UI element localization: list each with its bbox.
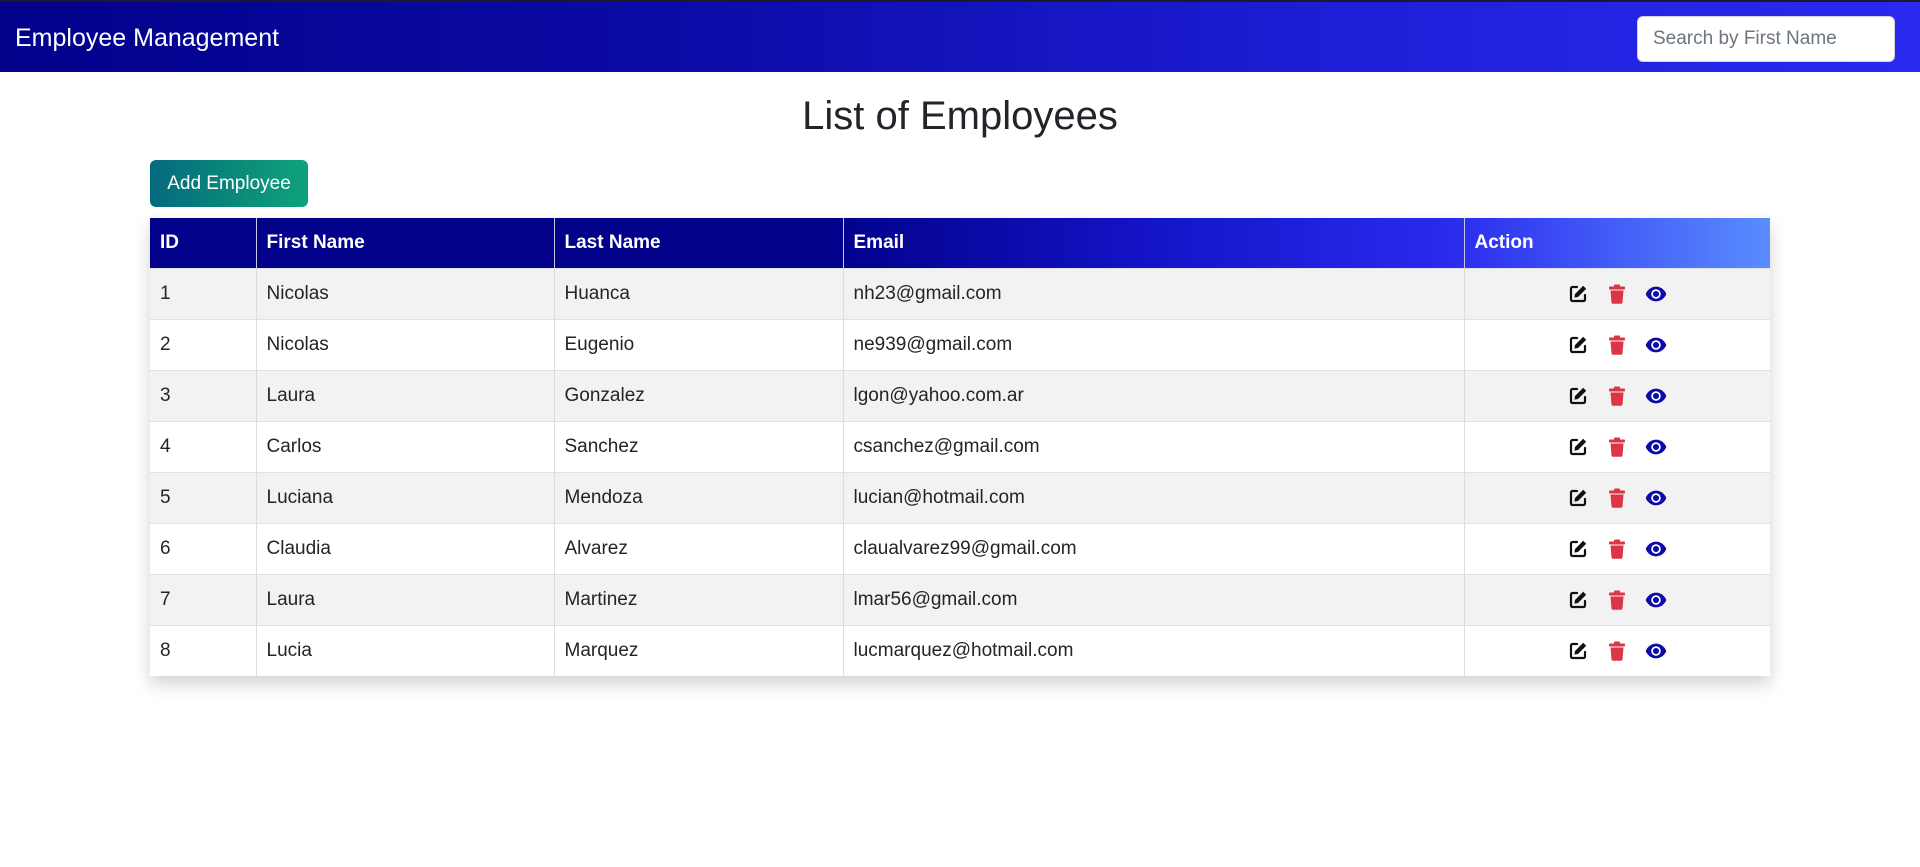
top-navbar: Employee Management [0, 0, 1920, 72]
row-actions [1475, 487, 1761, 509]
table-row: 2 Nicolas Eugenio ne939@gmail.com [150, 318, 1770, 370]
row-actions [1475, 283, 1761, 305]
column-header-action: Action [1474, 231, 1534, 253]
employees-table-container: ID First Name Last Name Email Action 1 N… [150, 218, 1770, 676]
cell-first-name: Carlos [256, 420, 555, 472]
search-input[interactable] [1637, 16, 1895, 62]
trash-icon[interactable] [1606, 640, 1628, 662]
cell-email: lmar56@gmail.com [843, 573, 1465, 625]
cell-first-name: Lucia [256, 624, 555, 676]
eye-icon[interactable] [1645, 538, 1667, 560]
edit-icon[interactable] [1567, 538, 1589, 560]
column-header-last-name: Last Name [554, 218, 844, 268]
cell-id: 8 [150, 624, 257, 676]
table-row: 6 Claudia Alvarez claualvarez99@gmail.co… [150, 522, 1770, 574]
column-header-id: ID [150, 218, 257, 268]
cell-actions [1464, 369, 1770, 421]
edit-icon[interactable] [1567, 385, 1589, 407]
table-row: 5 Luciana Mendoza lucian@hotmail.com [150, 471, 1770, 523]
cell-first-name: Laura [256, 369, 555, 421]
eye-icon[interactable] [1645, 385, 1667, 407]
cell-last-name: Alvarez [554, 522, 844, 574]
cell-id: 7 [150, 573, 257, 625]
eye-icon[interactable] [1645, 334, 1667, 356]
cell-last-name: Huanca [554, 267, 844, 319]
cell-email: ne939@gmail.com [843, 318, 1465, 370]
cell-first-name: Claudia [256, 522, 555, 574]
cell-id: 4 [150, 420, 257, 472]
add-employee-button[interactable]: Add Employee [150, 160, 308, 207]
page-title: List of Employees [802, 94, 1118, 138]
cell-first-name: Nicolas [256, 267, 555, 319]
column-header-first-name: First Name [256, 218, 555, 268]
cell-actions [1464, 573, 1770, 625]
brand-title[interactable]: Employee Management [15, 22, 279, 54]
row-actions [1475, 436, 1761, 458]
eye-icon[interactable] [1645, 487, 1667, 509]
trash-icon[interactable] [1606, 334, 1628, 356]
cell-actions [1464, 471, 1770, 523]
column-header-email: Email [843, 218, 1465, 268]
trash-icon[interactable] [1606, 283, 1628, 305]
cell-last-name: Marquez [554, 624, 844, 676]
cell-actions [1464, 522, 1770, 574]
row-actions [1475, 589, 1761, 611]
cell-id: 6 [150, 522, 257, 574]
cell-first-name: Luciana [256, 471, 555, 523]
cell-email: lgon@yahoo.com.ar [843, 369, 1465, 421]
cell-id: 1 [150, 267, 257, 319]
cell-id: 3 [150, 369, 257, 421]
edit-icon[interactable] [1567, 589, 1589, 611]
trash-icon[interactable] [1606, 436, 1628, 458]
eye-icon[interactable] [1645, 589, 1667, 611]
eye-icon[interactable] [1645, 640, 1667, 662]
table-body: 1 Nicolas Huanca nh23@gmail.com 2 Nicola… [150, 267, 1770, 676]
eye-icon[interactable] [1645, 283, 1667, 305]
table-row: 8 Lucia Marquez lucmarquez@hotmail.com [150, 624, 1770, 676]
table-row: 4 Carlos Sanchez csanchez@gmail.com [150, 420, 1770, 472]
cell-email: lucmarquez@hotmail.com [843, 624, 1465, 676]
table-row: 3 Laura Gonzalez lgon@yahoo.com.ar [150, 369, 1770, 421]
cell-actions [1464, 267, 1770, 319]
cell-email: claualvarez99@gmail.com [843, 522, 1465, 574]
trash-icon[interactable] [1606, 385, 1628, 407]
row-actions [1475, 640, 1761, 662]
edit-icon[interactable] [1567, 436, 1589, 458]
cell-actions [1464, 318, 1770, 370]
cell-last-name: Mendoza [554, 471, 844, 523]
edit-icon[interactable] [1567, 487, 1589, 509]
cell-actions [1464, 420, 1770, 472]
cell-actions [1464, 624, 1770, 676]
cell-last-name: Sanchez [554, 420, 844, 472]
table-header: ID First Name Last Name Email Action [150, 218, 1770, 268]
cell-first-name: Nicolas [256, 318, 555, 370]
cell-last-name: Gonzalez [554, 369, 844, 421]
cell-email: lucian@hotmail.com [843, 471, 1465, 523]
employees-table: ID First Name Last Name Email Action 1 N… [150, 218, 1770, 676]
table-row: 1 Nicolas Huanca nh23@gmail.com [150, 267, 1770, 319]
cell-email: nh23@gmail.com [843, 267, 1465, 319]
row-actions [1475, 334, 1761, 356]
table-header-row: ID First Name Last Name Email Action [150, 218, 1770, 268]
trash-icon[interactable] [1606, 487, 1628, 509]
trash-icon[interactable] [1606, 589, 1628, 611]
trash-icon[interactable] [1606, 538, 1628, 560]
cell-id: 5 [150, 471, 257, 523]
cell-last-name: Eugenio [554, 318, 844, 370]
cell-email: csanchez@gmail.com [843, 420, 1465, 472]
cell-first-name: Laura [256, 573, 555, 625]
table-row: 7 Laura Martinez lmar56@gmail.com [150, 573, 1770, 625]
row-actions [1475, 538, 1761, 560]
eye-icon[interactable] [1645, 436, 1667, 458]
edit-icon[interactable] [1567, 283, 1589, 305]
cell-last-name: Martinez [554, 573, 844, 625]
edit-icon[interactable] [1567, 640, 1589, 662]
row-actions [1475, 385, 1761, 407]
cell-id: 2 [150, 318, 257, 370]
edit-icon[interactable] [1567, 334, 1589, 356]
